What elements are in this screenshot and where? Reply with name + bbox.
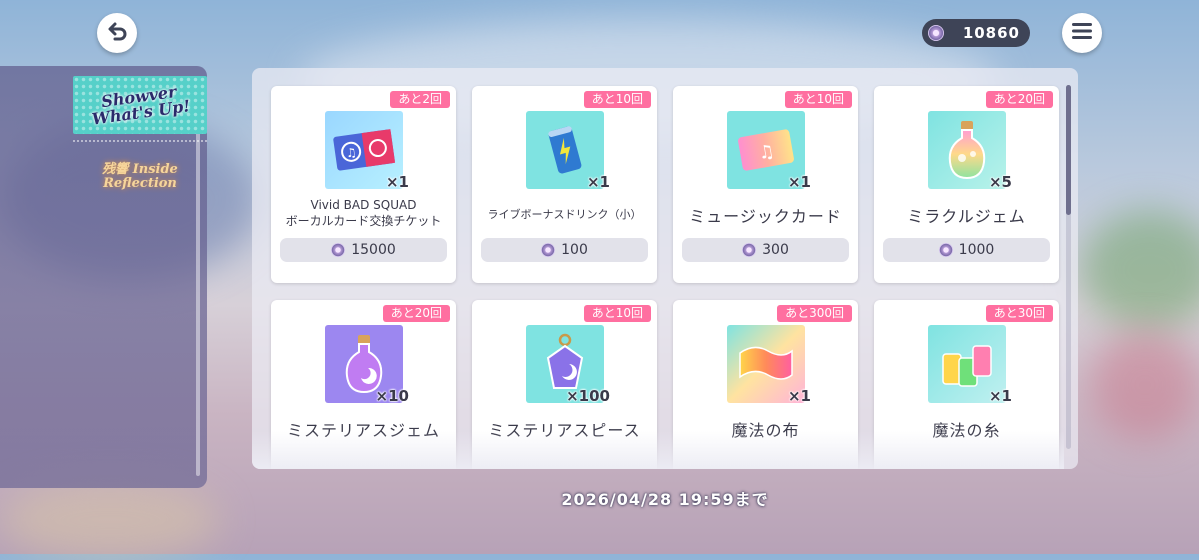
remaining-count-badge: あと20回 [382, 305, 450, 322]
remaining-count-badge: あと300回 [777, 305, 852, 322]
inside-reflection-logo: 残響 Inside Reflection [102, 161, 178, 191]
shop-item-card[interactable]: あと2回 ♫ ×1 Vivid BAD SQUAD ボーカルカード交換チケット … [271, 86, 456, 283]
magic-thread-icon: ×1 [928, 325, 1012, 405]
event-coin-icon [938, 243, 953, 257]
event-coin-icon [928, 25, 944, 41]
event-coin-icon [331, 243, 346, 257]
shop-scrollbar-thumb[interactable] [1066, 85, 1071, 215]
price-value: 15000 [351, 242, 396, 258]
price-value: 100 [561, 242, 588, 258]
item-quantity: ×1 [787, 387, 811, 405]
item-name-line2: ボーカルカード交換チケット [285, 214, 442, 228]
back-arrow-icon [106, 20, 128, 46]
magic-cloth-icon: ×1 [727, 325, 811, 405]
item-name-line1: Vivid BAD SQUAD [310, 198, 417, 212]
price-value: 1000 [958, 242, 995, 258]
showver-logo: Showver What's Up! [90, 81, 192, 129]
shop-item-card[interactable]: あと10回 ♫ ×1 ミュージックカード 300 [673, 86, 858, 283]
sidebar-divider [73, 140, 207, 142]
hamburger-menu-icon [1071, 21, 1093, 45]
miracle-gem-bottle-icon: ×5 [928, 111, 1012, 191]
item-quantity: ×1 [988, 387, 1012, 405]
exchange-shop-panel: あと2回 ♫ ×1 Vivid BAD SQUAD ボーカルカード交換チケット … [252, 68, 1078, 469]
item-price: 15000 [280, 238, 447, 262]
currency-amount: 10860 [962, 24, 1020, 42]
mysterious-piece-icon: ×100 [526, 325, 610, 405]
sidebar-scrollbar[interactable] [196, 76, 200, 476]
remaining-count-badge: あと10回 [583, 91, 651, 108]
item-name: ミラクルジェム [907, 207, 1026, 226]
item-price: 100 [481, 238, 648, 262]
event-coin-icon [742, 243, 757, 257]
remaining-count-badge: あと30回 [985, 305, 1053, 322]
live-bonus-drink-icon: ×1 [526, 111, 610, 191]
svg-text:♫: ♫ [345, 145, 358, 160]
remaining-count-badge: あと10回 [784, 91, 852, 108]
panel-fade-overlay [252, 431, 1064, 469]
item-quantity: ×10 [375, 387, 409, 405]
sidebar-tab-inside-reflection[interactable]: 残響 Inside Reflection [73, 148, 207, 206]
price-value: 300 [762, 242, 789, 258]
remaining-count-badge: あと20回 [985, 91, 1053, 108]
item-name: ライブボーナスドリンク（小） [487, 208, 642, 221]
item-quantity: ×100 [566, 387, 610, 405]
menu-button[interactable] [1062, 13, 1102, 53]
item-quantity: ×5 [988, 173, 1012, 191]
exchange-deadline: 2026/04/28 19:59まで [561, 490, 769, 509]
sidebar-tab-showver[interactable]: Showver What's Up! [73, 76, 207, 134]
shop-item-card[interactable]: あと20回 ×5 ミラクルジェム 1000 [874, 86, 1059, 283]
item-price: 1000 [883, 238, 1050, 262]
event-coin-icon [541, 243, 556, 257]
item-quantity: ×1 [586, 173, 610, 191]
mysterious-gem-bottle-icon: ×10 [325, 325, 409, 405]
back-button[interactable] [97, 13, 137, 53]
item-quantity: ×1 [385, 173, 409, 191]
vocal-card-ticket-icon: ♫ ×1 [325, 111, 409, 191]
item-price: 300 [682, 238, 849, 262]
item-name: Vivid BAD SQUAD ボーカルカード交換チケット [271, 197, 456, 229]
item-name: ミュージックカード [689, 207, 842, 226]
shop-item-card[interactable]: あと10回 ×1 ライブボーナスドリンク（小） 100 [472, 86, 657, 283]
currency-display: 10860 [922, 19, 1030, 47]
remaining-count-badge: あと10回 [583, 305, 651, 322]
remaining-count-badge: あと2回 [390, 91, 450, 108]
music-card-icon: ♫ ×1 [727, 111, 811, 191]
event-sidebar: Showver What's Up! 残響 Inside Reflection [0, 66, 207, 488]
item-quantity: ×1 [787, 173, 811, 191]
